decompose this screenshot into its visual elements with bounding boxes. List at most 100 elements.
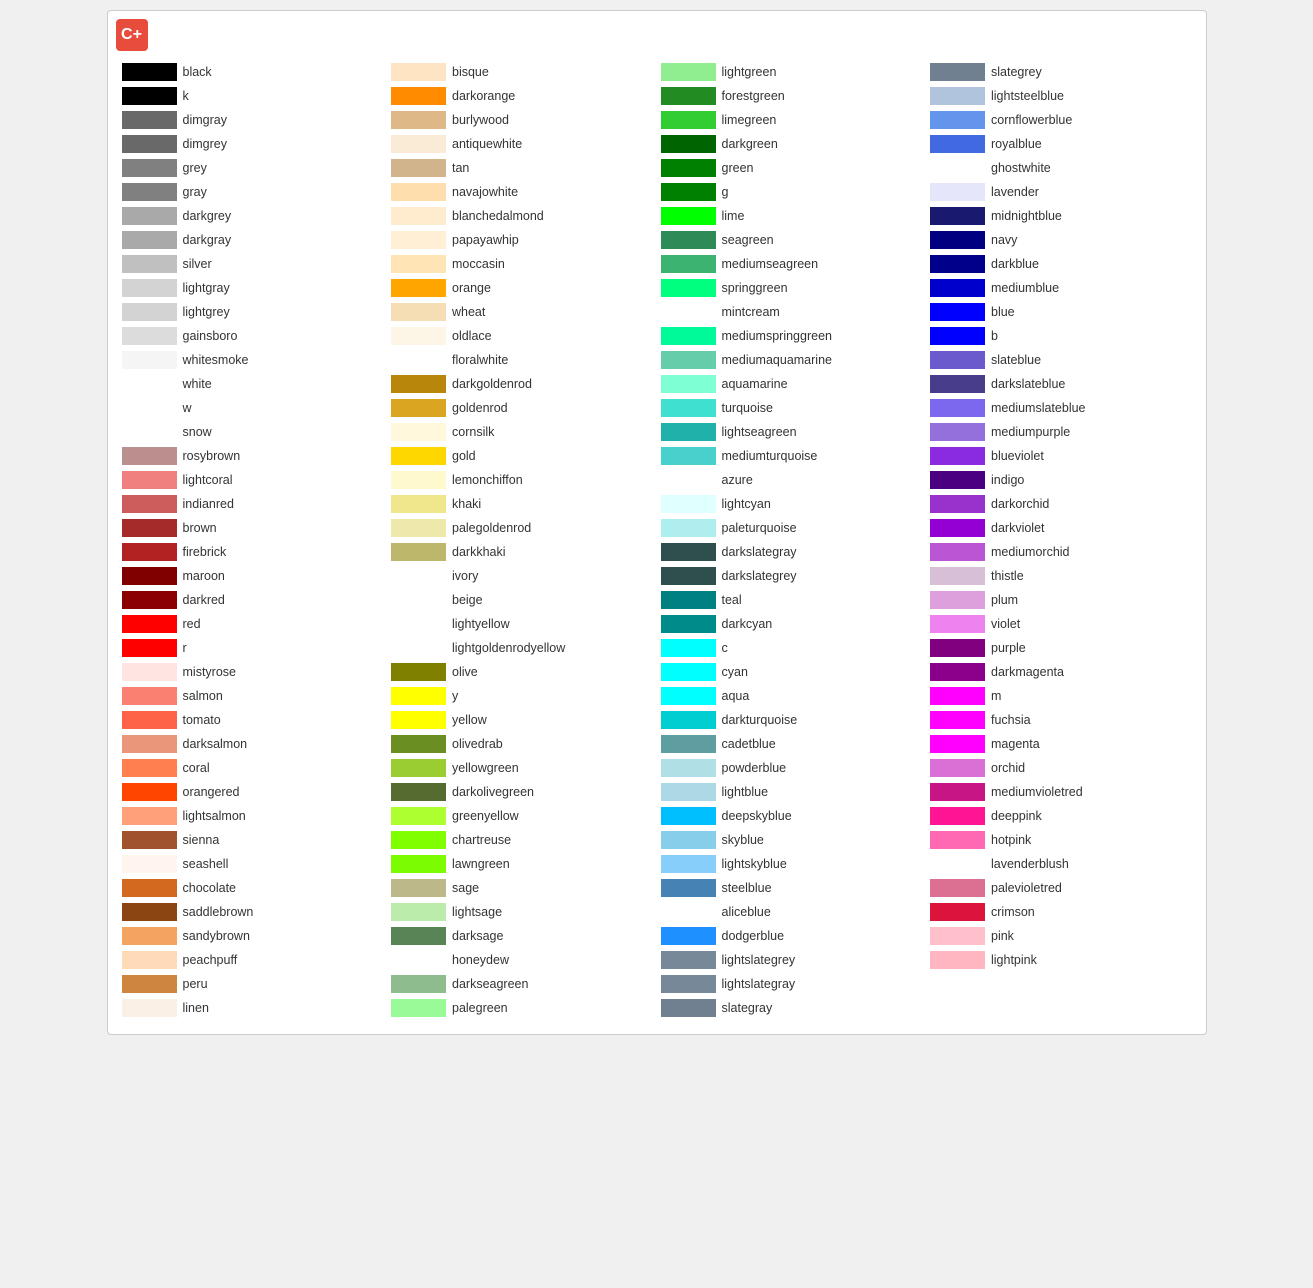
color-swatch (930, 423, 985, 441)
color-swatch (122, 639, 177, 657)
color-swatch (122, 783, 177, 801)
logo-icon: C+ (116, 19, 148, 51)
color-name-label: m (991, 689, 1001, 703)
color-name-label: lightgray (183, 281, 230, 295)
color-name-label: aquamarine (722, 377, 788, 391)
color-name-label: lightsteelblue (991, 89, 1064, 103)
color-item: wheat (387, 301, 657, 323)
color-swatch (930, 63, 985, 81)
color-item: mediumorchid (926, 541, 1196, 563)
color-item: slategray (657, 997, 927, 1019)
color-name-label: wheat (452, 305, 485, 319)
color-name-label: darksage (452, 929, 503, 943)
color-swatch (661, 903, 716, 921)
color-name-label: peru (183, 977, 208, 991)
color-name-label: crimson (991, 905, 1035, 919)
color-item: yellowgreen (387, 757, 657, 779)
color-item: lightslategrey (657, 949, 927, 971)
color-item: yellow (387, 709, 657, 731)
color-name-label: skyblue (722, 833, 764, 847)
color-name-label: darkgreen (722, 137, 778, 151)
color-name-label: bisque (452, 65, 489, 79)
color-item: darkslategray (657, 541, 927, 563)
color-swatch (391, 687, 446, 705)
color-swatch (661, 999, 716, 1017)
color-item: darkred (118, 589, 388, 611)
color-swatch (930, 159, 985, 177)
color-swatch (661, 783, 716, 801)
color-name-label: mediumorchid (991, 545, 1070, 559)
color-swatch (930, 519, 985, 537)
color-name-label: dimgrey (183, 137, 227, 151)
color-swatch (930, 543, 985, 561)
color-item: powderblue (657, 757, 927, 779)
color-item: darkgray (118, 229, 388, 251)
color-item: darkolivegreen (387, 781, 657, 803)
color-swatch (661, 879, 716, 897)
color-name-label: mediumslateblue (991, 401, 1086, 415)
color-name-label: seashell (183, 857, 229, 871)
color-swatch (391, 807, 446, 825)
color-item: blanchedalmond (387, 205, 657, 227)
color-swatch (391, 135, 446, 153)
color-name-label: limegreen (722, 113, 777, 127)
color-swatch (391, 87, 446, 105)
color-item: midnightblue (926, 205, 1196, 227)
color-item: lightgoldenrodyellow (387, 637, 657, 659)
color-swatch (661, 159, 716, 177)
color-swatch (661, 423, 716, 441)
color-name-label: yellow (452, 713, 487, 727)
color-column-0: blackkdimgraydimgreygreygraydarkgreydark… (118, 61, 388, 1019)
color-name-label: lightseagreen (722, 425, 797, 439)
color-swatch (391, 639, 446, 657)
color-name-label: thistle (991, 569, 1024, 583)
color-name-label: darkslategray (722, 545, 797, 559)
color-name-label: darkturquoise (722, 713, 798, 727)
color-swatch (661, 975, 716, 993)
color-name-label: coral (183, 761, 210, 775)
color-name-label: peachpuff (183, 953, 238, 967)
color-item: lightslategray (657, 973, 927, 995)
color-swatch (661, 663, 716, 681)
color-item: maroon (118, 565, 388, 587)
color-item: darkcyan (657, 613, 927, 635)
color-item: darkturquoise (657, 709, 927, 731)
color-item: darkgreen (657, 133, 927, 155)
color-item: palevioletred (926, 877, 1196, 899)
color-swatch (122, 831, 177, 849)
color-name-label: palegoldenrod (452, 521, 531, 535)
color-swatch (930, 231, 985, 249)
color-item: pink (926, 925, 1196, 947)
color-name-label: grey (183, 161, 207, 175)
color-swatch (661, 255, 716, 273)
color-name-label: lemonchiffon (452, 473, 523, 487)
color-name-label: darkolivegreen (452, 785, 534, 799)
color-swatch (391, 975, 446, 993)
color-swatch (930, 783, 985, 801)
color-name-label: lavenderblush (991, 857, 1069, 871)
color-item: lawngreen (387, 853, 657, 875)
color-swatch (661, 279, 716, 297)
color-name-label: b (991, 329, 998, 343)
color-item: plum (926, 589, 1196, 611)
color-item: bisque (387, 61, 657, 83)
color-swatch (122, 303, 177, 321)
color-item: sage (387, 877, 657, 899)
color-swatch (122, 567, 177, 585)
color-name-label: darkslategrey (722, 569, 797, 583)
color-item: darkgrey (118, 205, 388, 227)
color-name-label: beige (452, 593, 483, 607)
color-item: steelblue (657, 877, 927, 899)
color-item: seashell (118, 853, 388, 875)
color-swatch (661, 375, 716, 393)
color-item: teal (657, 589, 927, 611)
color-name-label: blanchedalmond (452, 209, 544, 223)
color-name-label: slategray (722, 1001, 773, 1015)
color-name-label: powderblue (722, 761, 787, 775)
color-item: lightsteelblue (926, 85, 1196, 107)
color-name-label: black (183, 65, 212, 79)
color-name-label: mediumaquamarine (722, 353, 832, 367)
color-swatch (122, 159, 177, 177)
color-item: lightgray (118, 277, 388, 299)
color-name-label: darkgrey (183, 209, 232, 223)
